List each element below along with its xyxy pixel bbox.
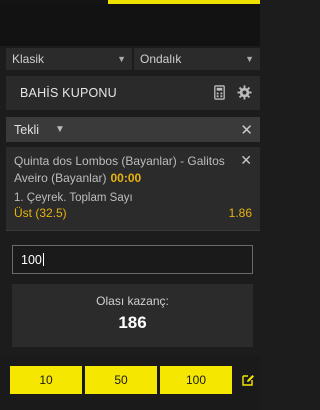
pick-row: Üst (32.5) 1.86 [14,206,252,220]
stake-input[interactable]: 100 [12,245,253,274]
coupon-header-icons [212,85,252,100]
quick-stake-button[interactable]: 50 [85,366,157,394]
potential-win-value: 186 [118,313,147,332]
potential-win-box: Olası kazanç: 186 [12,284,253,347]
match-time: 00:00 [110,171,142,185]
chevron-down-icon: ▼ [55,124,65,135]
market-name: 1. Çeyrek. Toplam Sayı [14,192,133,204]
bet-type-value: Tekli [14,122,40,137]
close-icon[interactable]: ✕ [240,121,253,139]
potential-win-label: Olası kazanç: [96,294,169,308]
stake-value: 100 [21,252,42,267]
mode-select[interactable]: Klasik ▼ [6,48,132,70]
odds-format-select[interactable]: Ondalık ▼ [134,48,260,70]
remove-bet-icon[interactable]: ✕ [240,152,252,169]
text-cursor [42,253,44,266]
quick-stake-bar: 10 50 100 [0,356,260,410]
calculator-icon[interactable] [212,85,227,100]
top-spacer [0,4,260,46]
edit-icon[interactable] [241,373,255,387]
selection-name: Üst (32.5) [14,206,67,220]
coupon-header: BAHİS KUPONU [6,76,260,110]
coupon-options: Klasik ▼ Ondalık ▼ [6,48,260,70]
gear-icon[interactable] [237,85,252,100]
match-info: Quinta dos Lombos (Bayanlar) - Galitos A… [14,153,234,187]
bet-type-select[interactable]: Tekli ▼ ✕ [6,117,260,142]
quick-stake-button[interactable]: 100 [160,366,232,394]
chevron-down-icon: ▼ [245,54,254,64]
mode-select-value: Klasik [12,52,45,66]
coupon-title: BAHİS KUPONU [20,86,117,100]
quick-stake-button[interactable]: 10 [10,366,82,394]
odds-format-select-value: Ondalık [140,52,182,66]
selection-odds: 1.86 [228,206,252,220]
bet-selection-card: Quinta dos Lombos (Bayanlar) - Galitos A… [6,147,260,231]
chevron-down-icon: ▼ [117,54,126,64]
